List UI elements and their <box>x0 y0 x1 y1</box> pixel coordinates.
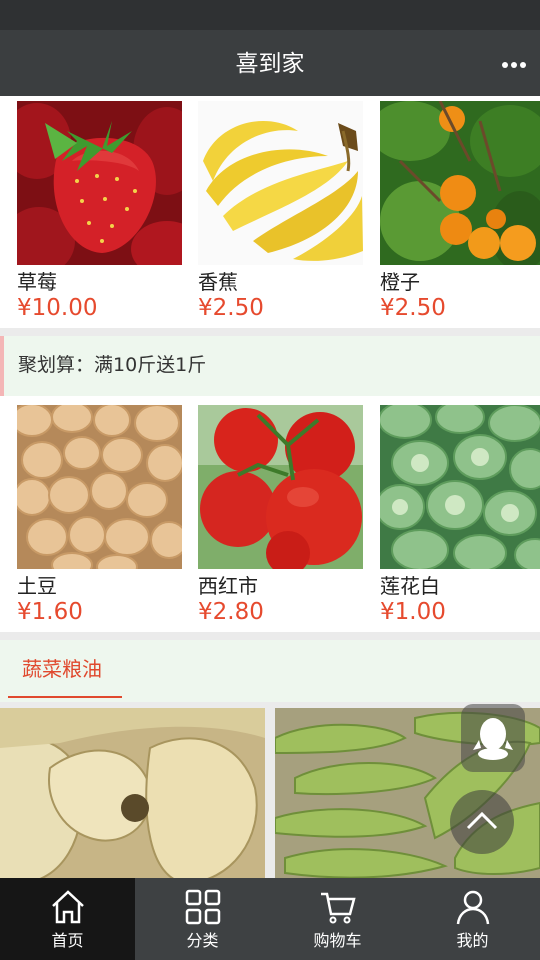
qq-icon <box>473 718 513 760</box>
strawberry-image <box>17 101 182 265</box>
product-card-banana[interactable]: 香蕉 ¥2.50 <box>198 96 363 328</box>
product-row-promo: 土豆 ¥1.60 西红市 ¥2.80 莲花白 ¥1.00 <box>0 396 540 632</box>
product-price: ¥2.50 <box>380 295 446 321</box>
banner-lotus-root[interactable] <box>0 708 265 880</box>
product-name: 西红市 <box>198 574 258 598</box>
product-name: 草莓 <box>17 270 57 294</box>
tab-label: 分类 <box>186 931 219 950</box>
bottom-tab-bar: 首页 分类 购物车 我的 <box>0 878 540 960</box>
product-card-orange[interactable]: 橙子 ¥2.50 <box>380 96 540 328</box>
section-tab-underline <box>8 696 122 698</box>
back-to-top-button[interactable] <box>450 790 514 854</box>
status-bar <box>0 0 540 30</box>
page-title: 喜到家 <box>235 51 305 77</box>
product-price: ¥2.80 <box>198 599 264 625</box>
product-card-potato[interactable]: 土豆 ¥1.60 <box>17 396 182 632</box>
home-icon <box>52 890 84 924</box>
product-row-top: 草莓 ¥10.00 香蕉 ¥2.50 橙子 ¥2.50 <box>0 96 540 328</box>
cart-icon <box>321 892 356 924</box>
product-name: 橙子 <box>380 270 420 294</box>
tab-profile[interactable]: 我的 <box>405 878 540 960</box>
promo-text: 聚划算：满10斤送1斤 <box>18 354 207 376</box>
product-price: ¥1.00 <box>380 599 446 625</box>
user-icon <box>456 890 490 925</box>
section-header: 蔬菜粮油 <box>0 640 540 702</box>
product-name: 土豆 <box>17 574 57 598</box>
tab-label: 购物车 <box>313 931 362 950</box>
product-price: ¥10.00 <box>17 295 98 321</box>
title-bar: 喜到家 <box>0 30 540 96</box>
banana-image <box>198 101 363 265</box>
product-name: 香蕉 <box>198 270 238 294</box>
product-card-strawberry[interactable]: 草莓 ¥10.00 <box>17 96 182 328</box>
product-price: ¥1.60 <box>17 599 83 625</box>
grid-icon <box>185 889 221 925</box>
tomato-image <box>198 405 363 569</box>
tab-label: 首页 <box>51 931 84 950</box>
tab-label: 我的 <box>456 931 489 950</box>
tab-category[interactable]: 分类 <box>135 878 270 960</box>
product-price: ¥2.50 <box>198 295 264 321</box>
section-tab-vegetables[interactable]: 蔬菜粮油 <box>22 656 102 682</box>
qq-chat-button[interactable] <box>461 704 525 772</box>
product-card-tomato[interactable]: 西红市 ¥2.80 <box>198 396 363 632</box>
promo-banner[interactable]: 聚划算：满10斤送1斤 <box>0 336 540 396</box>
potato-image <box>17 405 182 569</box>
orange-image <box>380 101 540 265</box>
more-menu-icon[interactable] <box>502 54 526 74</box>
tab-home[interactable]: 首页 <box>0 878 135 960</box>
cabbage-image <box>380 405 540 569</box>
product-name: 莲花白 <box>380 574 440 598</box>
product-card-cabbage[interactable]: 莲花白 ¥1.00 <box>380 396 540 632</box>
chevron-up-icon <box>466 811 498 830</box>
tab-cart[interactable]: 购物车 <box>270 878 405 960</box>
